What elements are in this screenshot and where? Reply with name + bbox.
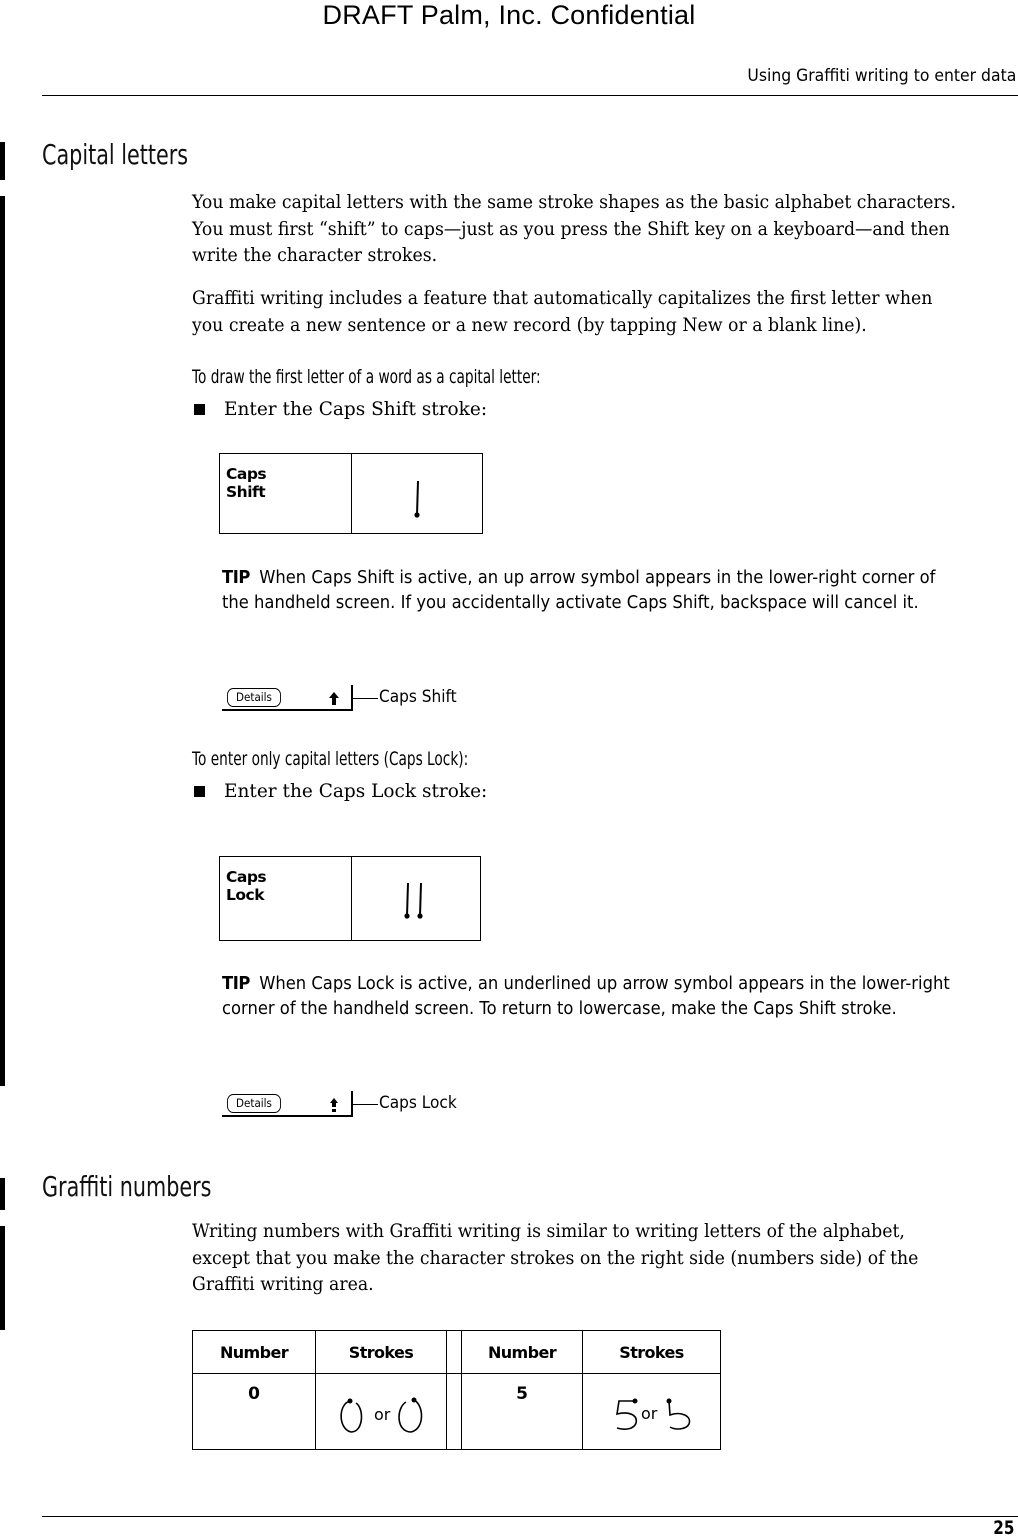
section-heading-capital-letters: Capital letters [42, 138, 189, 171]
draft-watermark: DRAFT Palm, Inc. Confidential [322, 0, 696, 30]
change-bar [0, 142, 5, 180]
column-spacer [446, 1373, 462, 1450]
tip: TIP When Caps Lock is active, an underlin… [222, 972, 961, 1022]
column-header: Number [192, 1330, 316, 1374]
tip-label: TIP [222, 974, 250, 994]
column-header: Number [461, 1330, 583, 1374]
change-bar [0, 1226, 5, 1330]
table-row: 0 or 5 or [192, 1373, 721, 1450]
caps-lock-screen-snippet: Details Caps Lock [222, 1091, 482, 1123]
paragraph: You make capital letters with the same s… [192, 192, 957, 266]
underlined-up-arrow-icon [330, 1098, 338, 1112]
step-text: Enter the Caps Lock stroke: [224, 781, 488, 802]
procedure-title: To enter only capital letters (Caps Lock… [192, 748, 469, 770]
or-label: or [374, 1405, 391, 1424]
or-label: or [641, 1404, 658, 1423]
caps-shift-stroke-table: Caps Shift [219, 453, 483, 534]
change-bar [0, 1178, 5, 1210]
tip-text: When Caps Shift is active, an up arrow s… [222, 568, 936, 613]
bullet-icon [194, 404, 205, 415]
stroke-cell [351, 453, 483, 534]
footer-rule [42, 1516, 1018, 1517]
procedure-title: To draw the first letter of a word as a … [192, 366, 541, 388]
stroke-label: Caps Lock [219, 856, 352, 941]
procedure-step: Enter the Caps Shift stroke: [192, 399, 487, 420]
column-header: Strokes [315, 1330, 447, 1374]
procedure-step: Enter the Caps Lock stroke: [192, 781, 487, 802]
tip-label: TIP [222, 568, 250, 588]
section-heading-graffiti-numbers: Graffiti numbers [42, 1170, 212, 1203]
running-head: Using Graffiti writing to enter data [747, 66, 1016, 86]
header-rule [42, 95, 1018, 96]
paragraph: Writing numbers with Graffiti writing is… [192, 1221, 919, 1295]
single-downstroke-icon [414, 480, 420, 518]
callout-label: Caps Shift [379, 687, 457, 706]
details-button: Details [227, 688, 281, 707]
page-number: 25 [992, 1517, 1014, 1539]
stroke-cell: or [582, 1373, 721, 1450]
stroke-cell [351, 856, 481, 941]
callout-label: Caps Lock [379, 1093, 457, 1112]
column-header: Strokes [582, 1330, 721, 1374]
number-cell: 5 [461, 1373, 583, 1450]
stroke-label: Caps Shift [219, 453, 352, 534]
table-header-row: Number Strokes Number Strokes [192, 1330, 721, 1374]
numbers-table: Number Strokes Number Strokes 0 or 5 or [192, 1330, 721, 1450]
bullet-icon [194, 786, 205, 797]
change-bar [0, 196, 5, 1086]
paragraph: Graffiti writing includes a feature that… [192, 288, 933, 336]
caps-shift-screen-snippet: Details Caps Shift [222, 685, 482, 717]
up-arrow-icon [329, 692, 339, 705]
number-cell: 0 [192, 1373, 316, 1450]
caps-lock-stroke-table: Caps Lock [219, 856, 481, 941]
stroke-cell: or [315, 1373, 447, 1450]
details-button: Details [227, 1094, 281, 1113]
tip-text: When Caps Lock is active, an underlined … [222, 974, 950, 1019]
step-text: Enter the Caps Shift stroke: [224, 399, 488, 420]
double-downstroke-icon [404, 882, 423, 919]
column-spacer [446, 1330, 462, 1374]
tip: TIP When Caps Shift is active, an up arro… [222, 566, 961, 616]
